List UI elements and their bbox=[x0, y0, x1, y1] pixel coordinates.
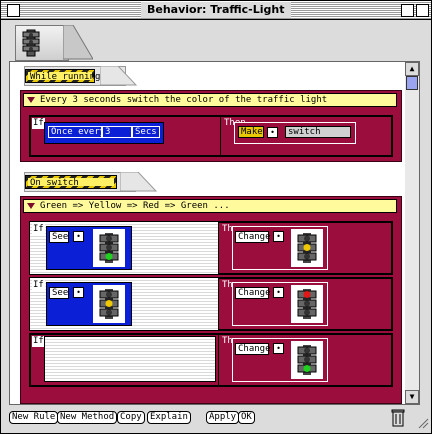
button-bar: New Rule New Method Copy Explain Apply O… bbox=[1, 405, 431, 433]
red-traffic-light-icon bbox=[291, 285, 323, 323]
if-label: If bbox=[32, 336, 45, 347]
change-chip: Change bbox=[235, 287, 271, 299]
new-rule-button[interactable]: New Rule bbox=[9, 411, 59, 424]
section-tab-fold bbox=[100, 66, 138, 86]
trash-icon[interactable] bbox=[391, 407, 405, 427]
comment-text: Green => Yellow => Red => Green ... bbox=[40, 201, 230, 211]
yellow-traffic-light-icon bbox=[291, 229, 323, 267]
rule-row[interactable]: If See • Then Change bbox=[29, 277, 393, 331]
self-reference-icon[interactable]: • bbox=[73, 287, 84, 298]
rule-row[interactable]: If Then Change • bbox=[29, 333, 393, 387]
interval-value[interactable]: 3 bbox=[102, 126, 132, 138]
scroll-down-arrow-icon[interactable]: ▼ bbox=[405, 390, 419, 404]
traffic-light-icon[interactable] bbox=[21, 28, 41, 58]
condition-box[interactable]: Once every 3 Secs bbox=[44, 122, 164, 144]
self-reference-icon[interactable]: • bbox=[267, 127, 278, 138]
comment-bar[interactable]: Green => Yellow => Red => Green ... bbox=[23, 199, 397, 213]
disclosure-triangle-icon[interactable] bbox=[27, 97, 35, 103]
comment-text: Every 3 seconds switch the color of the … bbox=[40, 95, 328, 105]
window-title: Behavior: Traffic-Light bbox=[141, 2, 291, 18]
behavior-window: Behavior: Traffic-Light While running Ev… bbox=[0, 0, 432, 434]
title-bar[interactable]: Behavior: Traffic-Light bbox=[1, 1, 431, 20]
section-label-text: While running bbox=[28, 72, 101, 82]
see-chip: See bbox=[49, 287, 69, 299]
message-name[interactable]: switch bbox=[285, 126, 351, 138]
interval-unit: Secs bbox=[132, 126, 160, 138]
header-tab-fold bbox=[63, 25, 93, 60]
self-reference-icon[interactable]: • bbox=[273, 287, 284, 298]
if-label: If bbox=[32, 224, 45, 235]
self-reference-icon[interactable]: • bbox=[273, 343, 284, 354]
see-chip: See bbox=[49, 231, 69, 243]
new-method-button[interactable]: New Method bbox=[57, 411, 118, 424]
zoom-box[interactable] bbox=[401, 4, 414, 17]
change-chip: Change bbox=[235, 343, 271, 355]
explain-button[interactable]: Explain bbox=[147, 411, 191, 424]
make-chip: Make bbox=[238, 126, 264, 138]
rule-row[interactable]: If See • Then Change bbox=[29, 221, 393, 275]
ok-button[interactable]: OK bbox=[238, 411, 255, 424]
section-tab-fold bbox=[120, 172, 158, 192]
copy-button[interactable]: Copy bbox=[117, 411, 145, 424]
collapse-box[interactable] bbox=[416, 4, 429, 17]
self-reference-icon[interactable]: • bbox=[273, 231, 284, 242]
rule-row[interactable]: If Once every 3 Secs Then Make • switch bbox=[29, 115, 393, 157]
section-label-while-running[interactable]: While running bbox=[25, 69, 101, 83]
section-label-on-switch[interactable]: On switch bbox=[25, 175, 117, 189]
action-box[interactable]: Make • switch bbox=[234, 122, 356, 144]
vertical-scrollbar[interactable]: ▲ ▼ bbox=[405, 61, 420, 405]
empty-condition-area[interactable] bbox=[44, 336, 216, 382]
if-label: If bbox=[32, 118, 45, 129]
section-label-text: On switch bbox=[28, 178, 114, 188]
method-block: Every 3 seconds switch the color of the … bbox=[20, 90, 402, 162]
action-box[interactable]: Change • bbox=[232, 226, 328, 270]
method-block: Green => Yellow => Red => Green ... If S… bbox=[20, 196, 402, 404]
apply-button[interactable]: Apply bbox=[206, 411, 240, 424]
once-every-chip: Once every bbox=[48, 126, 105, 138]
resize-grip-icon[interactable] bbox=[417, 417, 429, 429]
action-box[interactable]: Change • bbox=[232, 282, 328, 326]
green-traffic-light-icon bbox=[93, 229, 125, 267]
scroll-up-arrow-icon[interactable]: ▲ bbox=[405, 62, 419, 76]
comment-bar[interactable]: Every 3 seconds switch the color of the … bbox=[23, 93, 397, 107]
scroll-thumb[interactable] bbox=[406, 76, 418, 90]
self-reference-icon[interactable]: • bbox=[73, 231, 84, 242]
action-box[interactable]: Change • bbox=[232, 338, 328, 382]
condition-box[interactable]: See • bbox=[46, 226, 132, 270]
disclosure-triangle-icon[interactable] bbox=[27, 203, 35, 209]
green-traffic-light-icon bbox=[291, 341, 323, 379]
condition-box[interactable]: See • bbox=[46, 282, 132, 326]
rules-pane[interactable]: While running Every 3 seconds switch the… bbox=[9, 61, 407, 405]
change-chip: Change bbox=[235, 231, 271, 243]
close-box[interactable] bbox=[7, 4, 20, 17]
yellow-traffic-light-icon bbox=[93, 285, 125, 323]
if-label: If bbox=[32, 280, 45, 291]
